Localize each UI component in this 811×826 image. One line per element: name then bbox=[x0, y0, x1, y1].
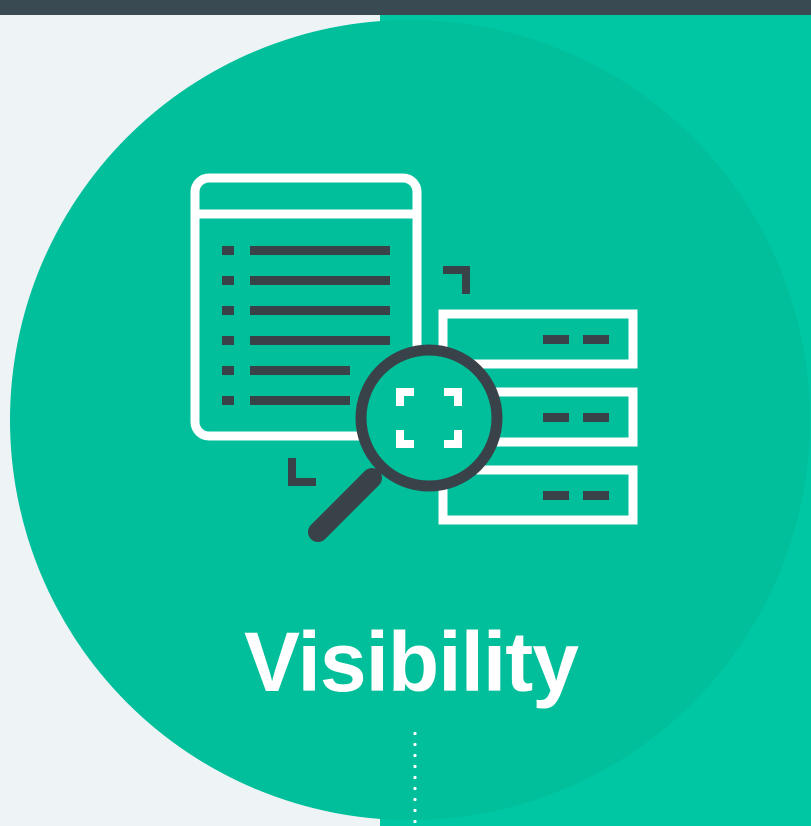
page-title: Visibility bbox=[244, 615, 579, 709]
magnifier-icon bbox=[308, 344, 503, 542]
top-bar bbox=[0, 0, 811, 15]
dotted-connector bbox=[413, 728, 417, 826]
visibility-illustration bbox=[190, 173, 638, 542]
